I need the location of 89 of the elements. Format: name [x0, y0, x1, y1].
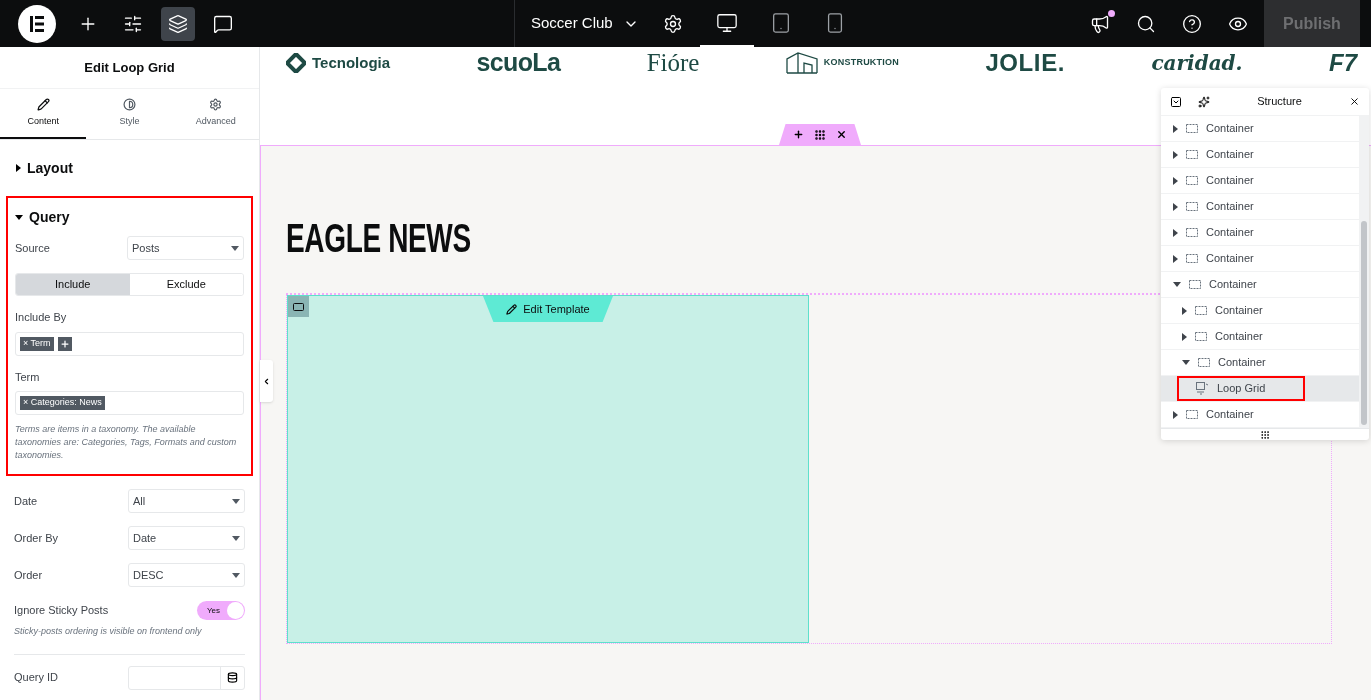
section-header[interactable]: Query [15, 198, 244, 236]
brand-logo: Fióre [646, 48, 700, 79]
tree-item[interactable]: Container [1161, 142, 1254, 167]
container-icon [1186, 254, 1198, 263]
container-icon [1186, 150, 1198, 159]
tag-chip[interactable]: × Categories: News [20, 396, 105, 410]
tree-item[interactable]: Container [1161, 324, 1263, 349]
caret-icon [232, 535, 240, 541]
container-icon [1195, 306, 1207, 315]
container-icon[interactable] [288, 296, 309, 317]
note-text: Sticky-posts ordering is visible on frontend only [14, 625, 203, 638]
sparkles-icon[interactable] [1198, 95, 1210, 108]
container-icon [1186, 176, 1198, 185]
query-id-field[interactable] [128, 665, 245, 690]
gear-icon [209, 97, 223, 111]
caret-icon [15, 214, 23, 220]
settings-icon[interactable] [662, 13, 683, 34]
toggle-switch[interactable]: Yes [197, 601, 245, 620]
site-title-button[interactable]: Soccer Club [531, 12, 639, 35]
grid-widget-icon [1196, 382, 1209, 395]
brand-logo: caridad. [1151, 50, 1243, 77]
database-icon[interactable] [227, 672, 238, 683]
field-label: Order [14, 567, 43, 583]
pencil-icon [506, 303, 518, 315]
edit-template-button[interactable]: Edit Template [483, 296, 613, 322]
tree-item[interactable]: Loop Grid [1177, 376, 1305, 401]
caret-icon [231, 245, 239, 251]
tree-item[interactable]: Container [1161, 168, 1254, 193]
segment-option[interactable]: Include [16, 274, 130, 295]
section-heading: EAGLE NEWS [286, 218, 471, 258]
tree-item[interactable]: Container [1161, 402, 1254, 427]
container-icon [1198, 358, 1210, 367]
close-icon[interactable] [836, 129, 847, 140]
panel-title: Structure [1256, 94, 1303, 110]
panel-tab[interactable]: Advanced [172, 89, 259, 139]
field-label: Date [14, 493, 38, 509]
building-logo-icon [785, 52, 818, 74]
collapse-icon[interactable] [1170, 95, 1182, 108]
panel-title: Edit Loop Grid [84, 58, 175, 77]
tree-item[interactable]: Container [1161, 272, 1257, 297]
tags-field[interactable]: × Term [15, 331, 244, 356]
diamond-logo-icon [286, 53, 306, 73]
field-label: Order By [14, 530, 58, 546]
container-icon [1186, 228, 1198, 237]
container-icon [1186, 202, 1198, 211]
select-field[interactable]: Date [128, 526, 245, 550]
tree-item[interactable]: Container [1161, 298, 1263, 323]
field-label: Source [15, 240, 50, 256]
layers-icon[interactable] [161, 6, 195, 41]
field-label: Include By [15, 310, 68, 325]
help-text: Terms are items in a taxonomy. The available taxonomies are: Categories, Tags, Formats and custom taxonomies. [15, 423, 238, 462]
brand-logo: KONSTRUKTION [823, 56, 899, 70]
select-field[interactable]: Posts [127, 236, 244, 260]
tree-item[interactable]: Container [1161, 116, 1254, 141]
select-field[interactable]: All [128, 489, 245, 513]
caret-icon [232, 572, 240, 578]
add-icon[interactable] [793, 129, 804, 140]
more-icon[interactable] [1260, 429, 1270, 440]
field-label: Term [15, 369, 41, 385]
tags-field[interactable]: × Categories: News [15, 391, 244, 415]
field-label: Ignore Sticky Posts [14, 603, 109, 619]
contrast-icon [123, 97, 136, 111]
brand-logo: JOLIE. [985, 48, 1065, 78]
section-header[interactable]: Layout [6, 140, 253, 196]
panel-tab[interactable]: Style [86, 89, 173, 139]
scrollbar-thumb[interactable] [1361, 221, 1367, 425]
tag-chip[interactable]: × Term [20, 336, 54, 351]
brand-logo: scuoLa [476, 47, 561, 79]
pencil-icon [36, 97, 50, 111]
container-icon [1186, 124, 1198, 133]
chevron-left-icon [262, 376, 271, 386]
tree-item[interactable]: Container [1161, 350, 1266, 375]
caret-icon [16, 164, 21, 172]
tree-item[interactable]: Container [1161, 194, 1254, 219]
brand-logo: F7 [1328, 48, 1357, 78]
caret-icon [232, 498, 240, 504]
panel-tab[interactable]: Content [0, 89, 87, 139]
container-icon [1186, 410, 1198, 419]
add-tag-button[interactable] [57, 336, 72, 351]
field-label: Query ID [14, 670, 58, 686]
select-field[interactable]: DESC [128, 563, 245, 587]
close-icon[interactable] [1349, 96, 1360, 107]
container-icon [1195, 332, 1207, 341]
tree-item[interactable]: Container [1161, 220, 1254, 245]
container-icon [1189, 280, 1201, 289]
drag-handle-icon[interactable] [814, 128, 826, 141]
logo-icon[interactable] [18, 4, 56, 43]
brand-logo: Tecnologia [312, 52, 391, 73]
tree-item[interactable]: Container [1161, 246, 1254, 271]
